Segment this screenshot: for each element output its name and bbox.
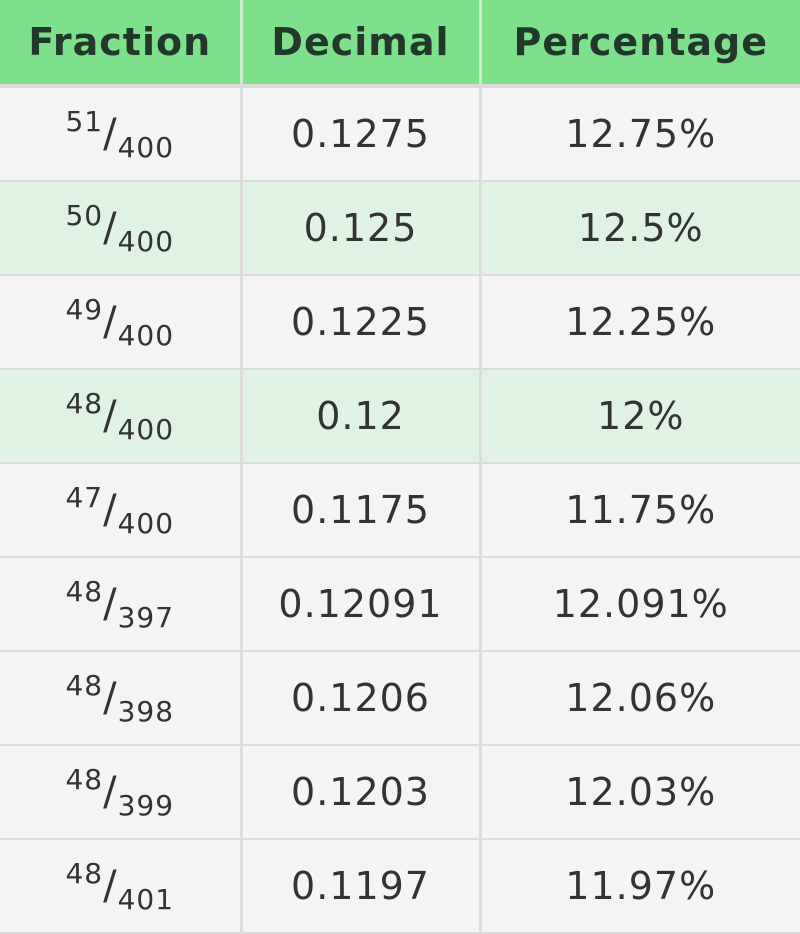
fraction-slash: /: [103, 393, 118, 439]
numerator: 48: [65, 763, 104, 796]
percentage-cell: 12.75%: [478, 86, 800, 182]
table-row: 49/400 0.1225 12.25%: [0, 275, 800, 370]
fraction-cell: 48/397: [0, 557, 241, 652]
percentage-cell: 12.5%: [478, 181, 800, 276]
denominator: 397: [117, 601, 175, 634]
fraction-cell: 50/400: [0, 181, 241, 276]
fraction-cell: 47/400: [0, 463, 241, 558]
decimal-cell: 0.12091: [239, 557, 480, 652]
numerator: 48: [65, 669, 104, 702]
denominator: 400: [117, 319, 175, 352]
fraction-cell: 48/401: [0, 839, 241, 934]
decimal-cell: 0.1206: [239, 651, 480, 746]
fraction-cell: 48/398: [0, 651, 241, 746]
percentage-cell: 12.091%: [478, 557, 800, 652]
decimal-cell: 0.1275: [239, 86, 480, 182]
table-row: 50/400 0.125 12.5%: [0, 181, 800, 276]
fraction-table: Fraction Decimal Percentage 51/400 0.127…: [0, 0, 800, 934]
numerator: 48: [65, 857, 104, 890]
percentage-cell: 12.25%: [478, 275, 800, 370]
header-row: Fraction Decimal Percentage: [0, 0, 800, 88]
header-decimal: Decimal: [239, 0, 480, 88]
table-row: 51/400 0.1275 12.75%: [0, 86, 800, 182]
decimal-cell: 0.125: [239, 181, 480, 276]
denominator: 401: [117, 883, 175, 916]
table-row: 48/397 0.12091 12.091%: [0, 557, 800, 652]
numerator: 51: [65, 105, 104, 138]
table-row: 48/400 0.12 12%: [0, 369, 800, 464]
table-row: 48/401 0.1197 11.97%: [0, 839, 800, 934]
numerator: 48: [65, 387, 104, 420]
fraction-slash: /: [103, 675, 118, 721]
denominator: 398: [117, 695, 175, 728]
decimal-cell: 0.1197: [239, 839, 480, 934]
table-row: 48/398 0.1206 12.06%: [0, 651, 800, 746]
decimal-cell: 0.1175: [239, 463, 480, 558]
percentage-cell: 12%: [478, 369, 800, 464]
denominator: 400: [117, 507, 175, 540]
denominator: 400: [117, 413, 175, 446]
fraction-slash: /: [103, 863, 118, 909]
denominator: 399: [117, 789, 175, 822]
fraction-cell: 51/400: [0, 86, 241, 182]
table-row: 47/400 0.1175 11.75%: [0, 463, 800, 558]
numerator: 48: [65, 575, 104, 608]
fraction-slash: /: [103, 769, 118, 815]
fraction-slash: /: [103, 581, 118, 627]
percentage-cell: 11.75%: [478, 463, 800, 558]
table-row: 48/399 0.1203 12.03%: [0, 745, 800, 840]
numerator: 47: [65, 481, 104, 514]
denominator: 400: [117, 131, 175, 164]
fraction-cell: 48/400: [0, 369, 241, 464]
denominator: 400: [117, 225, 175, 258]
fraction-slash: /: [103, 111, 118, 157]
percentage-cell: 12.03%: [478, 745, 800, 840]
fraction-slash: /: [103, 299, 118, 345]
percentage-cell: 12.06%: [478, 651, 800, 746]
fraction-slash: /: [103, 205, 118, 251]
fraction-cell: 48/399: [0, 745, 241, 840]
decimal-cell: 0.1225: [239, 275, 480, 370]
header-percentage: Percentage: [478, 0, 800, 88]
fraction-cell: 49/400: [0, 275, 241, 370]
numerator: 49: [65, 293, 104, 326]
numerator: 50: [65, 199, 104, 232]
header-fraction: Fraction: [0, 0, 241, 88]
decimal-cell: 0.1203: [239, 745, 480, 840]
percentage-cell: 11.97%: [478, 839, 800, 934]
fraction-slash: /: [103, 487, 118, 533]
decimal-cell: 0.12: [239, 369, 480, 464]
